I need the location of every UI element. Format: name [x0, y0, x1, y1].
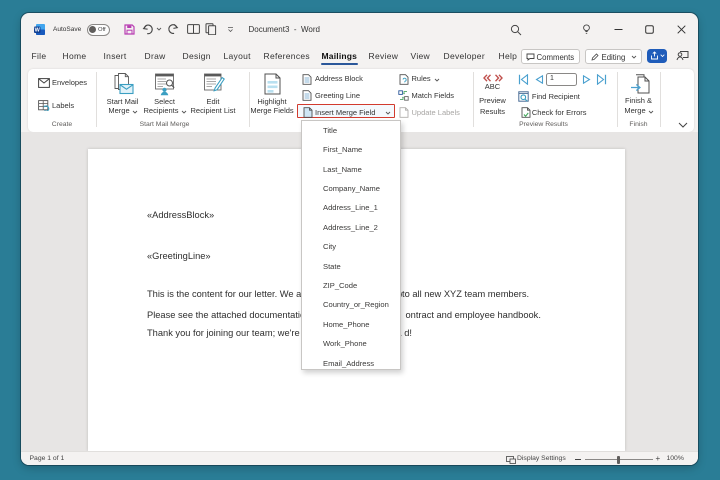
- svg-text:W: W: [34, 28, 40, 34]
